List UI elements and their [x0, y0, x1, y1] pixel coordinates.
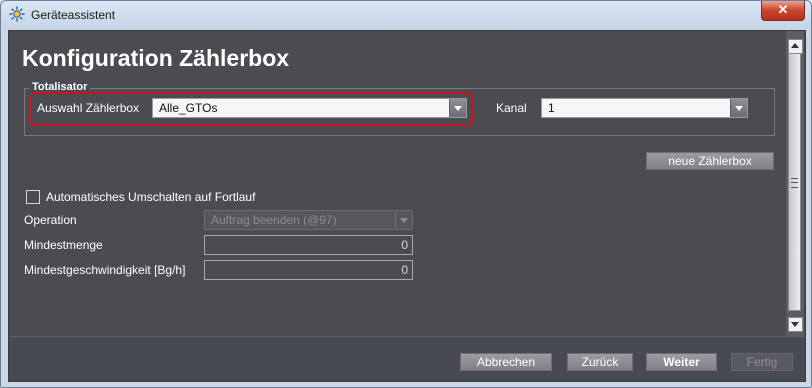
fertig-button: Fertig [731, 353, 793, 371]
mindestgeschwindigkeit-label: Mindestgeschwindigkeit [Bg/h] [24, 263, 186, 277]
vertical-scrollbar[interactable] [786, 31, 804, 336]
grip-icon [791, 178, 798, 188]
neue-zaehlerbox-button[interactable]: neue Zählerbox [646, 152, 774, 170]
auto-switch-label: Automatisches Umschalten auf Fortlauf [46, 190, 256, 204]
page-title: Konfiguration Zählerbox [22, 45, 290, 71]
operation-label: Operation [24, 213, 77, 227]
abbrechen-button[interactable]: Abbrechen [460, 353, 552, 371]
mindestmenge-value: 0 [401, 238, 408, 252]
mindestgeschwindigkeit-value: 0 [401, 263, 408, 277]
wizard-client: Konfiguration Zählerbox Totalisator Ausw… [8, 30, 806, 382]
kanal-label: Kanal [496, 101, 527, 115]
gear-sun-icon [9, 6, 25, 22]
wizard-content: Konfiguration Zählerbox Totalisator Ausw… [9, 31, 786, 336]
operation-value: Auftrag beenden (@97) [211, 213, 337, 227]
title-bar[interactable]: Geräteassistent ✕ [1, 1, 811, 29]
footer-separator [9, 336, 805, 337]
scroll-up-icon[interactable] [788, 39, 803, 54]
auto-switch-checkbox[interactable] [26, 190, 40, 204]
scroll-down-icon[interactable] [788, 317, 803, 332]
highlight-frame [30, 92, 473, 126]
kanal-select[interactable]: 1 [541, 98, 748, 118]
mindestgeschwindigkeit-input[interactable]: 0 [204, 260, 413, 280]
mindestmenge-input[interactable]: 0 [204, 235, 413, 255]
zurueck-button[interactable]: Zurück [567, 353, 633, 371]
chevron-down-icon [395, 211, 412, 229]
close-button[interactable]: ✕ [761, 1, 805, 21]
close-icon: ✕ [777, 2, 789, 17]
operation-select[interactable]: Auftrag beenden (@97) [204, 210, 413, 230]
scrollbar-thumb[interactable] [788, 53, 801, 311]
chevron-down-icon[interactable] [730, 99, 747, 117]
mindestmenge-label: Mindestmenge [24, 238, 103, 252]
weiter-button[interactable]: Weiter [646, 353, 717, 371]
dialog-window: Geräteassistent ✕ Konfiguration Zählerbo… [0, 0, 812, 388]
window-title: Geräteassistent [31, 8, 116, 22]
kanal-value: 1 [548, 101, 555, 115]
